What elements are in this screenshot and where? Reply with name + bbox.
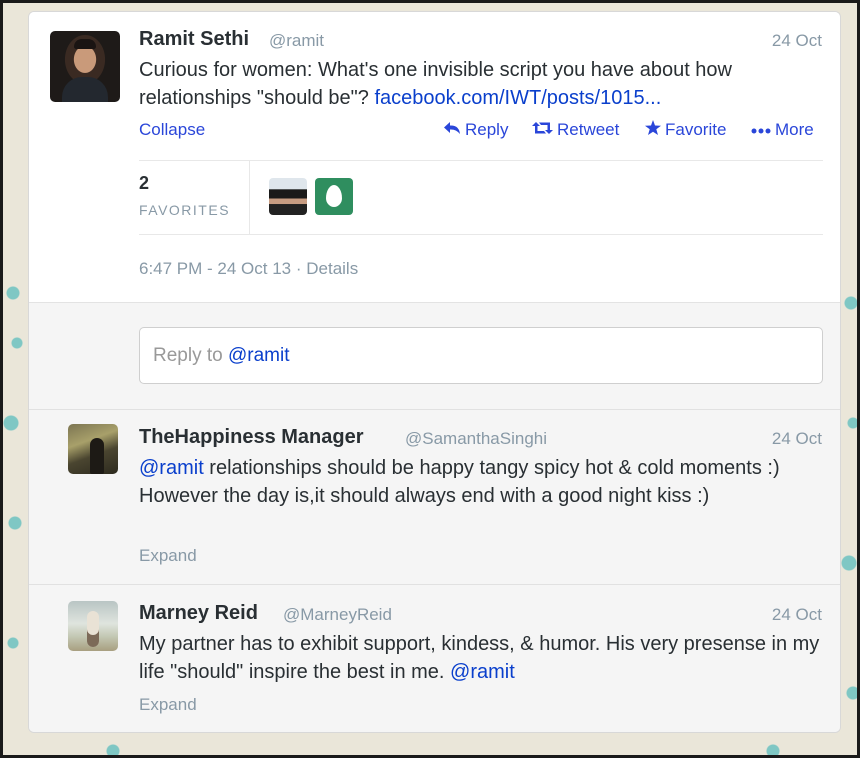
details-link[interactable]: Details	[306, 259, 358, 278]
tweet-date[interactable]: 24 Oct	[772, 429, 822, 449]
expand-link[interactable]: Expand	[139, 546, 197, 566]
expand-link[interactable]: Expand	[139, 695, 197, 715]
page-background: Ramit Sethi @ramit 24 Oct Curious for wo…	[0, 0, 860, 758]
author-handle[interactable]: @MarneyReid	[283, 605, 392, 625]
tweet-text: My partner has to exhibit support, kinde…	[139, 630, 829, 686]
mention-link[interactable]: @ramit	[450, 661, 515, 683]
favorite-action[interactable]: Favorite	[645, 120, 726, 140]
retweet-label: Retweet	[557, 120, 620, 139]
tweet-link[interactable]: facebook.com/IWT/posts/1015...	[374, 87, 661, 109]
favoriter-avatar-egg[interactable]	[315, 178, 353, 215]
reply-mention: @ramit	[227, 345, 290, 366]
retweet-icon	[532, 120, 553, 140]
tweet-timestamp: 6:47 PM - 24 Oct 13 · Details	[139, 259, 359, 278]
reply-input[interactable]: Reply to @ramit	[139, 327, 823, 384]
author-name[interactable]: TheHappiness Manager	[139, 426, 364, 449]
reply-tweet[interactable]: Marney Reid @MarneyReid 24 Oct My partne…	[29, 585, 840, 732]
tweet-text: @ramit relationships should be happy tan…	[139, 454, 829, 510]
star-icon	[645, 120, 661, 140]
tweet-date[interactable]: 24 Oct	[772, 605, 822, 625]
reply-arrow-icon	[443, 120, 461, 140]
reply-area: Reply to @ramit	[29, 303, 840, 410]
avatar[interactable]	[68, 424, 118, 474]
timestamp-text[interactable]: 6:47 PM - 24 Oct 13	[139, 259, 291, 278]
more-label: More	[775, 120, 814, 139]
tweet-body: relationships should be happy tangy spic…	[139, 457, 780, 507]
tweet-text: Curious for women: What's one invisible …	[139, 56, 829, 112]
author-name[interactable]: Ramit Sethi	[139, 28, 249, 51]
author-handle[interactable]: @ramit	[269, 31, 324, 51]
stats-divider	[249, 161, 250, 234]
reply-action[interactable]: Reply	[443, 120, 508, 140]
retweet-action[interactable]: Retweet	[532, 120, 619, 140]
reply-tweet[interactable]: TheHappiness Manager @SamanthaSinghi 24 …	[29, 410, 840, 585]
collapse-link[interactable]: Collapse	[139, 120, 205, 140]
favorites-label[interactable]: FAVORITES	[139, 202, 230, 218]
egg-icon	[326, 185, 342, 207]
author-name[interactable]: Marney Reid	[139, 602, 258, 625]
favorites-count[interactable]: 2	[139, 173, 149, 194]
more-dots-icon	[751, 120, 771, 140]
reply-label: Reply	[465, 120, 509, 139]
mention-link[interactable]: @ramit	[139, 457, 204, 479]
avatar[interactable]	[68, 601, 118, 651]
avatar[interactable]	[50, 31, 120, 102]
main-tweet: Ramit Sethi @ramit 24 Oct Curious for wo…	[29, 12, 840, 303]
more-action[interactable]: More	[751, 120, 814, 140]
author-handle[interactable]: @SamanthaSinghi	[405, 429, 547, 449]
tweet-conversation-card: Ramit Sethi @ramit 24 Oct Curious for wo…	[28, 11, 841, 733]
reply-placeholder: Reply to	[153, 345, 223, 366]
favoriter-avatar[interactable]	[269, 178, 307, 215]
favorites-stats: 2 FAVORITES	[139, 160, 823, 235]
tweet-date[interactable]: 24 Oct	[772, 31, 822, 51]
favorite-label: Favorite	[665, 120, 727, 139]
